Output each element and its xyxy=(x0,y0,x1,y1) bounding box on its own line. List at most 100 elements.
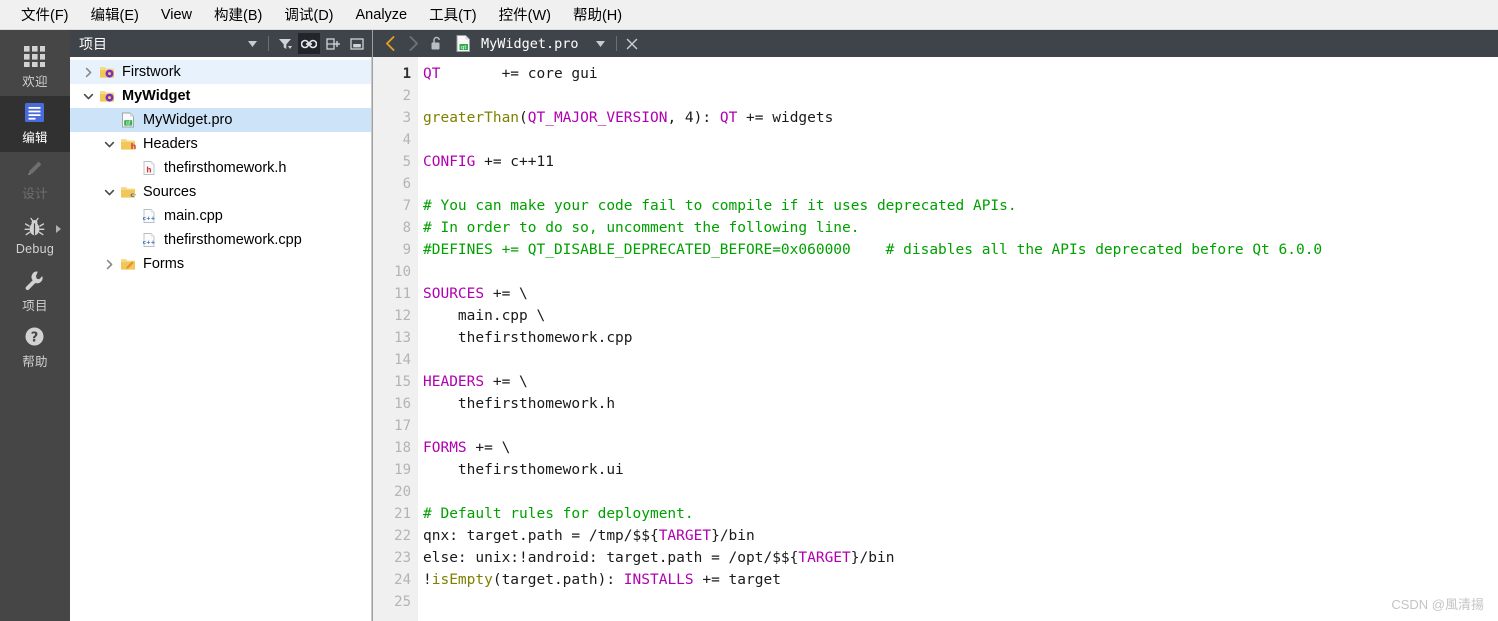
code-line[interactable] xyxy=(423,481,1498,503)
mode-sidebar: 欢迎 编辑 设计 Debug 项目? 帮助 xyxy=(0,30,70,621)
code-line[interactable]: !isEmpty(target.path): INSTALLS += targe… xyxy=(423,569,1498,591)
code-line[interactable]: thefirsthomework.ui xyxy=(423,459,1498,481)
svg-text:qt: qt xyxy=(126,121,131,127)
tab-dropdown-icon[interactable] xyxy=(590,33,612,55)
code-line[interactable]: SOURCES += \ xyxy=(423,283,1498,305)
chevron-right-icon[interactable] xyxy=(78,67,98,78)
code-token: main.cpp \ xyxy=(423,308,546,324)
forward-arrow-icon xyxy=(402,33,424,55)
close-icon[interactable] xyxy=(621,33,643,55)
code-line[interactable]: HEADERS += \ xyxy=(423,371,1498,393)
qt-project-icon xyxy=(98,64,116,80)
code-line[interactable]: # In order to do so, uncomment the follo… xyxy=(423,217,1498,239)
chevron-down-icon[interactable] xyxy=(78,91,98,102)
code-line[interactable]: # Default rules for deployment. xyxy=(423,503,1498,525)
code-line[interactable]: else: unix:!android: target.path = /opt/… xyxy=(423,547,1498,569)
line-number: 8 xyxy=(402,220,411,236)
dropdown-icon[interactable] xyxy=(241,33,263,54)
menu-item-6[interactable]: 工具(T) xyxy=(418,1,488,28)
code-line[interactable]: #DEFINES += QT_DISABLE_DEPRECATED_BEFORE… xyxy=(423,239,1498,261)
mode-item-欢迎[interactable]: 欢迎 xyxy=(0,40,70,96)
code-token: CONFIG xyxy=(423,154,476,170)
filter-icon[interactable] xyxy=(274,33,296,54)
main-body: 欢迎 编辑 设计 Debug 项目? 帮助 项目 Firstwork MyWid… xyxy=(0,30,1498,621)
tree-item-thefirsthomework-h[interactable]: h thefirsthomework.h xyxy=(70,156,371,180)
mode-item-项目[interactable]: 项目 xyxy=(0,264,70,320)
mode-item-label: 帮助 xyxy=(22,355,48,369)
back-arrow-icon[interactable] xyxy=(379,33,401,55)
project-tree[interactable]: Firstwork MyWidget qt MyWidget.pro h Headers h… xyxy=(70,57,372,621)
mode-item-label: 项目 xyxy=(22,299,48,313)
svg-text:?: ? xyxy=(31,330,39,345)
tab-divider xyxy=(615,36,617,51)
code-content[interactable]: QT += core gui greaterThan(QT_MAJOR_VERS… xyxy=(418,57,1498,621)
code-editor: qt MyWidget.pro 1 2 3 4 5 6 7 8 9 10 11 12 13 14 15 16 1… xyxy=(373,30,1498,621)
code-token: QT xyxy=(719,110,738,126)
code-line[interactable]: thefirsthomework.cpp xyxy=(423,327,1498,349)
code-token: TARGET xyxy=(658,528,712,544)
code-line[interactable]: greaterThan(QT_MAJOR_VERSION, 4): QT += … xyxy=(423,107,1498,129)
menu-item-8[interactable]: 帮助(H) xyxy=(562,1,633,28)
tree-item-MyWidget[interactable]: MyWidget xyxy=(70,84,371,108)
link-icon[interactable] xyxy=(298,33,320,54)
menu-item-7[interactable]: 控件(W) xyxy=(488,1,562,28)
mode-item-Debug[interactable]: Debug xyxy=(0,208,70,264)
minimize-icon[interactable] xyxy=(346,33,368,54)
tree-item-Sources[interactable]: c+ Sources xyxy=(70,180,371,204)
split-add-icon[interactable] xyxy=(322,33,344,54)
tree-item-Forms[interactable]: Forms xyxy=(70,252,371,276)
code-line[interactable]: CONFIG += c++11 xyxy=(423,151,1498,173)
code-line[interactable] xyxy=(423,129,1498,151)
tree-item-Firstwork[interactable]: Firstwork xyxy=(70,60,371,84)
code-token: greaterThan xyxy=(423,110,520,126)
qt-creator-window: 文件(F) 编辑(E) View 构建(B) 调试(D) Analyze 工具(T) 控件(W… xyxy=(0,0,1498,621)
tree-item-Headers[interactable]: h Headers xyxy=(70,132,371,156)
code-line[interactable]: qnx: target.path = /tmp/$${TARGET}/bin xyxy=(423,525,1498,547)
code-line[interactable]: QT += core gui xyxy=(423,63,1498,85)
line-number: 19 xyxy=(394,462,411,478)
unlock-icon[interactable] xyxy=(425,33,447,55)
tree-item-label: Forms xyxy=(143,256,185,272)
menu-item-5[interactable]: Analyze xyxy=(345,4,419,26)
tree-item-main-cpp[interactable]: c++ main.cpp xyxy=(70,204,371,228)
chevron-down-icon[interactable] xyxy=(99,187,119,198)
code-token: thefirsthomework.ui xyxy=(423,462,624,478)
line-number: 5 xyxy=(402,154,411,170)
tree-item-label: Sources xyxy=(143,184,197,200)
tree-item-label: thefirsthomework.h xyxy=(164,160,287,176)
code-line[interactable] xyxy=(423,591,1498,613)
chevron-down-icon[interactable] xyxy=(99,139,119,150)
code-token: TARGET xyxy=(798,550,851,566)
menu-item-2[interactable]: View xyxy=(150,4,203,26)
menu-item-1[interactable]: 编辑(E) xyxy=(80,1,150,28)
tree-item-label: MyWidget.pro xyxy=(143,112,233,128)
line-number: 3 xyxy=(402,110,411,126)
code-line[interactable] xyxy=(423,85,1498,107)
code-line[interactable] xyxy=(423,173,1498,195)
line-number: 9 xyxy=(402,242,411,258)
chevron-right-icon[interactable] xyxy=(99,259,119,270)
code-line[interactable]: # You can make your code fail to compile… xyxy=(423,195,1498,217)
mode-item-编辑[interactable]: 编辑 xyxy=(0,96,70,152)
menu-item-3[interactable]: 构建(B) xyxy=(203,1,273,28)
code-line[interactable] xyxy=(423,349,1498,371)
line-number: 24 xyxy=(394,572,411,588)
menu-item-4[interactable]: 调试(D) xyxy=(273,1,344,28)
code-line[interactable]: FORMS += \ xyxy=(423,437,1498,459)
line-number: 23 xyxy=(394,550,411,566)
code-line[interactable]: main.cpp \ xyxy=(423,305,1498,327)
tree-item-MyWidget-pro[interactable]: qt MyWidget.pro xyxy=(70,108,371,132)
bug-icon xyxy=(24,217,46,239)
editor-tab-filename[interactable]: MyWidget.pro xyxy=(481,36,579,52)
tree-item-label: Headers xyxy=(143,136,198,152)
code-line[interactable] xyxy=(423,415,1498,437)
pro-file-icon: qt xyxy=(119,112,137,128)
expand-arrow-icon[interactable] xyxy=(56,225,61,233)
code-token: += widgets xyxy=(737,110,834,126)
code-line[interactable] xyxy=(423,261,1498,283)
menu-item-0[interactable]: 文件(F) xyxy=(10,1,80,28)
code-line[interactable]: thefirsthomework.h xyxy=(423,393,1498,415)
tree-item-thefirsthomework-cpp[interactable]: c++ thefirsthomework.cpp xyxy=(70,228,371,252)
mode-item-帮助[interactable]: ? 帮助 xyxy=(0,320,70,376)
line-number: 10 xyxy=(394,264,411,280)
